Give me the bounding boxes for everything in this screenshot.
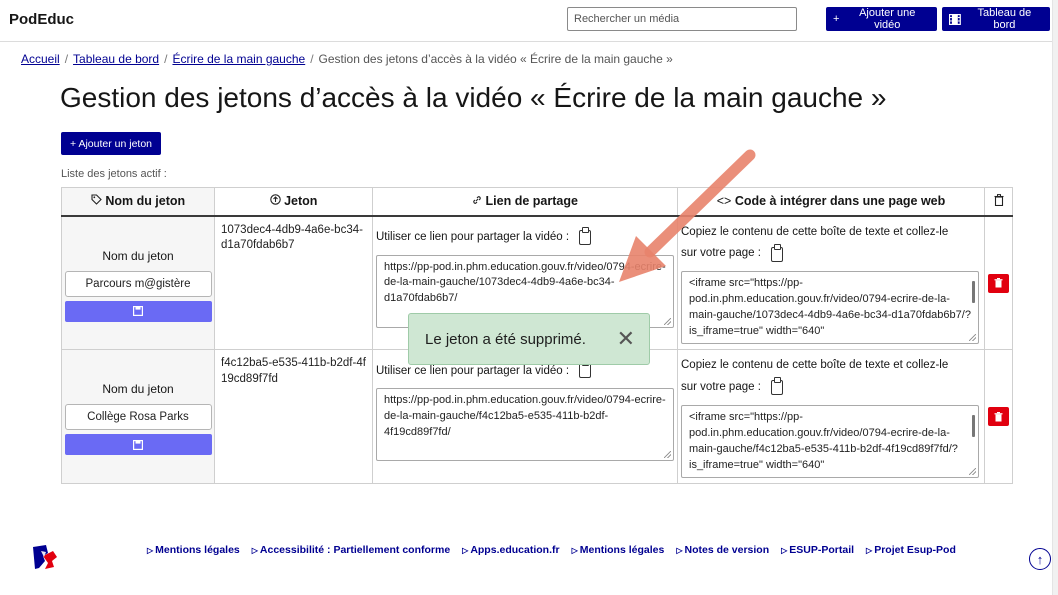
footer-link-esup-portail[interactable]: ▷ ESUP-Portail bbox=[781, 544, 854, 556]
breadcrumb: Accueil / Tableau de bord / Écrire de la mai… bbox=[21, 52, 673, 66]
resize-grip[interactable] bbox=[969, 334, 976, 342]
plus-icon: + bbox=[833, 13, 840, 25]
add-token-button[interactable]: + Ajouter un jeton bbox=[61, 132, 161, 155]
embed-intro: Copiez le contenu de cette boîte de text… bbox=[681, 225, 949, 238]
token-value: 1073dec4-4db9-4a6e-bc34-d1a70fdab6b7 bbox=[214, 215, 373, 350]
breadcrumb-video[interactable]: Écrire de la main gauche bbox=[172, 52, 305, 66]
token-name-label: Nom du jeton bbox=[102, 382, 174, 396]
resize-grip[interactable] bbox=[969, 467, 976, 475]
token-name-input[interactable] bbox=[64, 404, 212, 430]
page-scrollbar[interactable] bbox=[1052, 0, 1058, 595]
search-input[interactable] bbox=[567, 7, 797, 31]
trash-icon bbox=[994, 411, 1003, 421]
site-brand[interactable]: PodEduc bbox=[9, 11, 74, 28]
tag-icon bbox=[91, 194, 102, 206]
clipboard-icon[interactable] bbox=[770, 377, 783, 396]
share-link-textarea[interactable]: https://pp-pod.in.phm.education.gouv.fr/… bbox=[376, 388, 674, 461]
delete-cell bbox=[984, 215, 1013, 350]
save-token-name-button[interactable] bbox=[64, 300, 212, 322]
embed-code-text: <iframe src="https://pp-pod.in.phm.educa… bbox=[689, 410, 958, 471]
textarea-scrollbar[interactable] bbox=[972, 281, 975, 304]
token-name-input[interactable] bbox=[64, 270, 212, 297]
embed-intro-2: sur votre page : bbox=[681, 380, 761, 393]
save-icon bbox=[133, 306, 143, 316]
token-name-cell: Nom du jeton bbox=[61, 349, 215, 484]
header-delete bbox=[984, 187, 1013, 217]
header-share: Lien de partage bbox=[372, 187, 678, 217]
delete-cell bbox=[984, 349, 1013, 484]
close-icon[interactable]: ✕ bbox=[617, 328, 635, 350]
breadcrumb-current: Gestion des jetons d’accès à la vidéo « … bbox=[318, 52, 673, 66]
save-icon bbox=[133, 439, 143, 450]
embed-cell: Copiez le contenu de cette boîte de text… bbox=[677, 215, 985, 350]
embed-intro-2: sur votre page : bbox=[681, 247, 761, 260]
delete-token-button[interactable] bbox=[988, 273, 1009, 293]
header-token: Jeton bbox=[214, 187, 373, 217]
header-name: Nom du jeton bbox=[61, 187, 215, 217]
share-link-text: https://pp-pod.in.phm.education.gouv.fr/… bbox=[384, 394, 666, 438]
delete-token-button[interactable] bbox=[988, 407, 1009, 426]
dashboard-button[interactable]: Tableau de bord bbox=[942, 7, 1050, 31]
token-name-cell: Nom du jeton bbox=[61, 215, 215, 350]
dashboard-label: Tableau de bord bbox=[977, 7, 1032, 31]
share-link-text: https://pp-pod.in.phm.education.gouv.fr/… bbox=[384, 260, 666, 305]
code-icon: <> bbox=[716, 194, 732, 209]
share-intro: Utiliser ce lien pour partager la vidéo … bbox=[376, 231, 570, 243]
clipboard-icon[interactable] bbox=[579, 360, 592, 378]
add-video-button[interactable]: + Ajouter une vidéo bbox=[826, 7, 937, 31]
header-embed: <> Code à intégrer dans une page web bbox=[677, 187, 985, 217]
page-title: Gestion des jetons d’accès à la vidéo « … bbox=[60, 82, 887, 113]
trash-icon bbox=[994, 193, 1003, 206]
clipboard-icon[interactable] bbox=[770, 243, 783, 262]
textarea-scrollbar[interactable] bbox=[972, 414, 975, 437]
link-icon bbox=[473, 196, 481, 205]
table-row: Nom du jeton f4c12ba5-e535-411b-b2df-4f1… bbox=[61, 349, 1013, 484]
footer-link-legal-2[interactable]: ▷ Mentions légales bbox=[572, 544, 665, 556]
footer-link-apps[interactable]: ▷ Apps.education.fr bbox=[462, 544, 559, 556]
resize-grip[interactable] bbox=[664, 317, 671, 325]
token-name-label: Nom du jeton bbox=[102, 248, 174, 263]
arrow-up-icon: ↑ bbox=[1036, 551, 1044, 567]
footer-links: ▷ Mentions légales ▷ Accessibilité : Parti… bbox=[147, 544, 956, 556]
film-icon bbox=[949, 13, 961, 25]
token-value: f4c12ba5-e535-411b-b2df-4f19cd89f7fd bbox=[214, 349, 373, 484]
add-video-label: Ajouter une vidéo bbox=[859, 7, 916, 31]
breadcrumb-dashboard[interactable]: Tableau de bord bbox=[73, 52, 159, 66]
save-token-name-button[interactable] bbox=[64, 434, 212, 455]
trash-icon bbox=[994, 278, 1003, 288]
upload-circle-icon bbox=[269, 194, 281, 205]
clipboard-icon[interactable] bbox=[579, 226, 592, 245]
token-list-label: Liste des jetons actif : bbox=[61, 168, 167, 180]
embed-intro: Copiez le contenu de cette boîte de text… bbox=[681, 359, 949, 371]
breadcrumb-home[interactable]: Accueil bbox=[21, 52, 60, 66]
footer-link-legal[interactable]: ▷ Mentions légales bbox=[147, 544, 240, 556]
marianne-logo bbox=[29, 543, 59, 571]
share-cell: Utiliser ce lien pour partager la vidéo … bbox=[372, 349, 678, 484]
top-header: PodEduc + Ajouter une vidéo Tableau de b… bbox=[0, 0, 1058, 42]
embed-code-textarea[interactable]: <iframe src="https://pp-pod.in.phm.educa… bbox=[681, 404, 979, 478]
embed-code-text: <iframe src="https://pp-pod.in.phm.educa… bbox=[689, 277, 971, 337]
success-toast: Le jeton a été supprimé. ✕ bbox=[408, 313, 650, 365]
footer-link-accessibility[interactable]: ▷ Accessibilité : Partiellement conforme bbox=[252, 544, 450, 556]
embed-code-textarea[interactable]: <iframe src="https://pp-pod.in.phm.educa… bbox=[681, 271, 979, 345]
toast-message: Le jeton a été supprimé. bbox=[425, 330, 586, 348]
share-intro: Utiliser ce lien pour partager la vidéo … bbox=[376, 364, 570, 377]
footer-link-release-notes[interactable]: ▷ Notes de version bbox=[676, 544, 769, 556]
back-to-top-button[interactable]: ↑ bbox=[1029, 548, 1051, 570]
resize-grip[interactable] bbox=[664, 451, 671, 458]
footer-link-esup-pod[interactable]: ▷ Projet Esup-Pod bbox=[866, 544, 956, 556]
embed-cell: Copiez le contenu de cette boîte de text… bbox=[677, 349, 985, 484]
